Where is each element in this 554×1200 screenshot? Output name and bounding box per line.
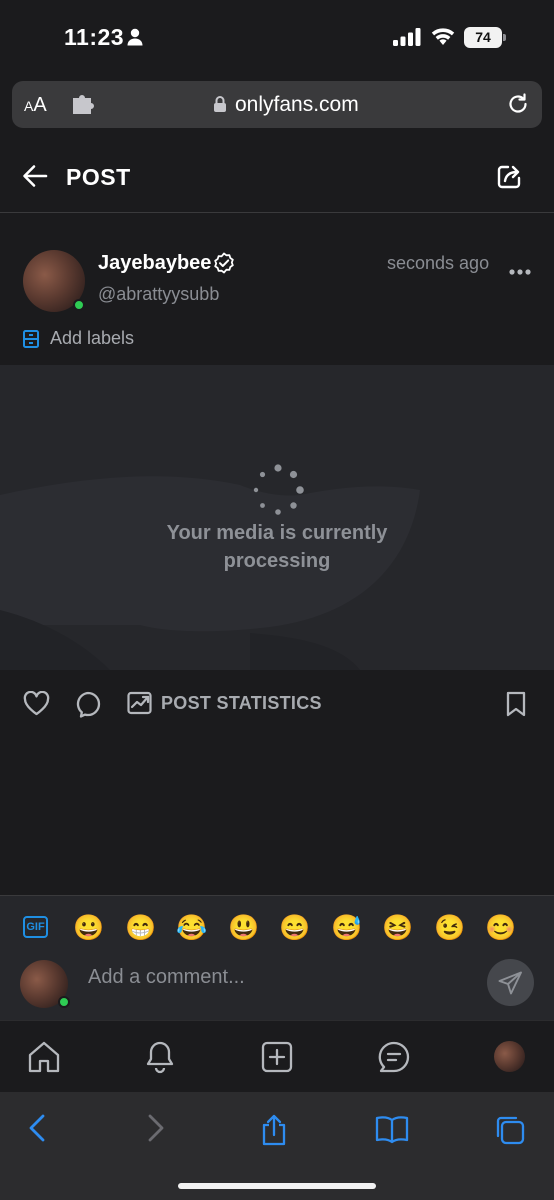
text-size-button[interactable]: AA xyxy=(24,94,47,117)
verified-icon xyxy=(213,252,235,279)
status-bar: 11:23 74 xyxy=(0,0,554,76)
profile-avatar[interactable] xyxy=(494,1041,525,1072)
reload-icon[interactable] xyxy=(506,92,530,121)
home-indicator xyxy=(178,1183,376,1189)
processing-line-1: Your media is currently xyxy=(166,522,388,544)
loading-spinner-icon xyxy=(252,464,304,521)
post-timestamp: seconds ago xyxy=(387,253,490,273)
page-title: POST xyxy=(66,164,131,190)
statistics-icon[interactable] xyxy=(127,691,153,720)
comment-icon[interactable] xyxy=(75,691,101,723)
post-statistics-button[interactable]: POST STATISTICS xyxy=(161,693,322,714)
author-avatar[interactable] xyxy=(23,250,85,312)
emoji-button[interactable]: 😄 xyxy=(279,912,310,944)
tabs-icon[interactable] xyxy=(494,1114,526,1151)
status-time: 11:23 xyxy=(64,24,125,50)
emoji-button[interactable]: 😂 xyxy=(176,912,207,944)
forward-chevron-icon[interactable] xyxy=(145,1114,167,1147)
lock-icon xyxy=(213,95,227,118)
share-icon[interactable] xyxy=(260,1114,288,1151)
emoji-button[interactable]: 😅 xyxy=(331,912,362,944)
battery-icon: 74 xyxy=(464,27,506,48)
emoji-button[interactable]: 😊 xyxy=(485,912,516,944)
share-icon[interactable] xyxy=(496,162,524,195)
my-avatar xyxy=(20,960,70,1008)
online-indicator xyxy=(58,996,70,1008)
processing-message: Your media is currently processing xyxy=(0,519,554,575)
extensions-icon[interactable] xyxy=(72,94,94,119)
emoji-button[interactable]: 😉 xyxy=(434,912,465,944)
battery-level: 74 xyxy=(464,27,502,48)
bottom-navigation xyxy=(0,1020,554,1092)
send-icon xyxy=(498,971,522,995)
heart-icon[interactable] xyxy=(23,690,50,721)
back-arrow-icon[interactable] xyxy=(22,164,48,193)
back-chevron-icon[interactable] xyxy=(26,1114,48,1147)
processing-line-2: processing xyxy=(223,550,331,572)
home-icon[interactable] xyxy=(27,1040,61,1079)
plus-square-icon[interactable] xyxy=(260,1040,294,1079)
emoji-button[interactable]: 😁 xyxy=(125,912,156,944)
labels-icon[interactable] xyxy=(23,330,39,353)
wifi-icon xyxy=(430,26,456,51)
bookmark-icon[interactable] xyxy=(505,691,527,722)
bell-icon[interactable] xyxy=(143,1040,177,1079)
comment-composer: GIF 😀 😁 😂 😃 😄 😅 😆 😉 😊 Add a comment... xyxy=(0,895,554,1020)
url-domain[interactable]: onlyfans.com xyxy=(235,93,359,117)
send-button[interactable] xyxy=(487,959,534,1006)
author-handle[interactable]: @abrattyysubb xyxy=(98,284,219,305)
messages-icon[interactable] xyxy=(377,1040,411,1079)
add-labels-link[interactable]: Add labels xyxy=(50,328,134,349)
cellular-signal-icon xyxy=(393,28,421,51)
post-actions: POST STATISTICS xyxy=(0,670,554,738)
emoji-button[interactable]: 😃 xyxy=(228,912,259,944)
comment-input[interactable]: Add a comment... xyxy=(88,966,468,996)
more-options-icon[interactable] xyxy=(509,262,531,280)
post-header: Jayebaybee @abrattyysubb seconds ago Add… xyxy=(0,214,554,365)
gif-button[interactable]: GIF xyxy=(23,916,48,938)
address-bar[interactable]: AA onlyfans.com xyxy=(12,81,542,128)
bookmarks-icon[interactable] xyxy=(375,1114,409,1149)
page-header: POST xyxy=(0,141,554,213)
online-indicator xyxy=(73,299,85,311)
author-name[interactable]: Jayebaybee xyxy=(98,252,211,275)
emoji-button[interactable]: 😀 xyxy=(73,912,104,944)
emoji-button[interactable]: 😆 xyxy=(382,912,413,944)
emoji-bar: GIF 😀 😁 😂 😃 😄 😅 😆 😉 😊 xyxy=(0,912,554,946)
person-icon xyxy=(127,28,143,51)
post-media: Your media is currently processing xyxy=(0,365,554,670)
